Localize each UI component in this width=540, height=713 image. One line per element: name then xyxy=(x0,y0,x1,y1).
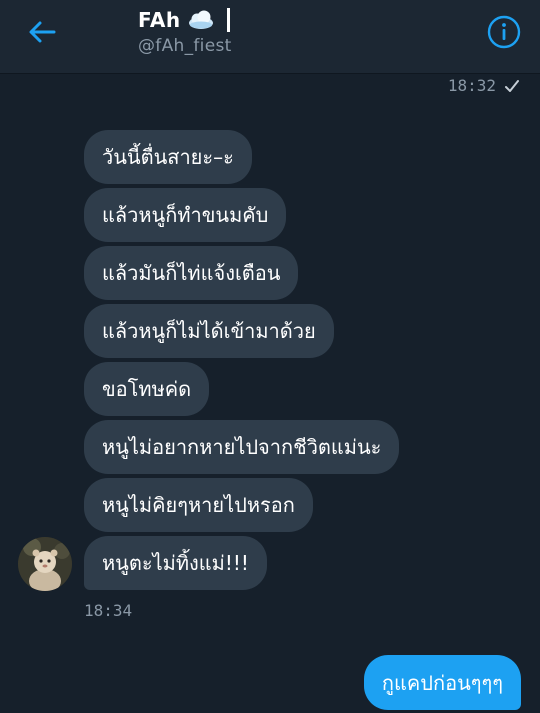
conversation-header: FAh @fAh_fiest xyxy=(0,0,540,74)
received-message[interactable]: แล้วมันก็ไท่แจ้งเตือน xyxy=(84,246,299,300)
checkmark-icon xyxy=(505,79,519,92)
received-message[interactable]: หนูไม่อยากหายไปจากชีวิตแม่นะ xyxy=(84,420,400,474)
received-message[interactable]: แล้วหนูก็ไม่ได้เข้ามาด้วย xyxy=(84,304,334,358)
sent-message[interactable]: กูแคปก่อนๆๆๆ xyxy=(363,655,521,710)
info-icon xyxy=(487,15,521,49)
previous-message-meta: 18:32 xyxy=(448,76,520,95)
back-button[interactable] xyxy=(22,14,62,50)
info-button[interactable] xyxy=(487,15,521,49)
dm-conversation-screen: FAh @fAh_fiest 18:32 วันนี้ตื่นสายะ–ะ แล… xyxy=(0,0,540,713)
received-message[interactable]: หนูไม่คิยๆหายไปหรอก xyxy=(84,478,313,532)
message-timestamp: 18:32 xyxy=(447,76,496,95)
received-message[interactable]: วันนี้ตื่นสายะ–ะ xyxy=(84,130,252,184)
avatar[interactable] xyxy=(18,537,72,591)
received-message[interactable]: หนูตะไม่ทิ้งแม่!!! xyxy=(84,536,267,590)
contact-name: FAh xyxy=(138,8,181,32)
title-divider xyxy=(226,8,230,32)
message-timestamp: 18:34 xyxy=(84,601,133,620)
contact-handle: @fAh_fiest xyxy=(138,36,232,56)
conversation-title-block[interactable]: FAh @fAh_fiest xyxy=(138,4,232,56)
received-message[interactable]: ขอโทษค่ด xyxy=(84,362,210,416)
received-message[interactable]: แล้วหนูก็ทำขนมคับ xyxy=(84,188,287,242)
cloud-icon xyxy=(187,10,215,30)
back-arrow-icon xyxy=(29,21,56,43)
